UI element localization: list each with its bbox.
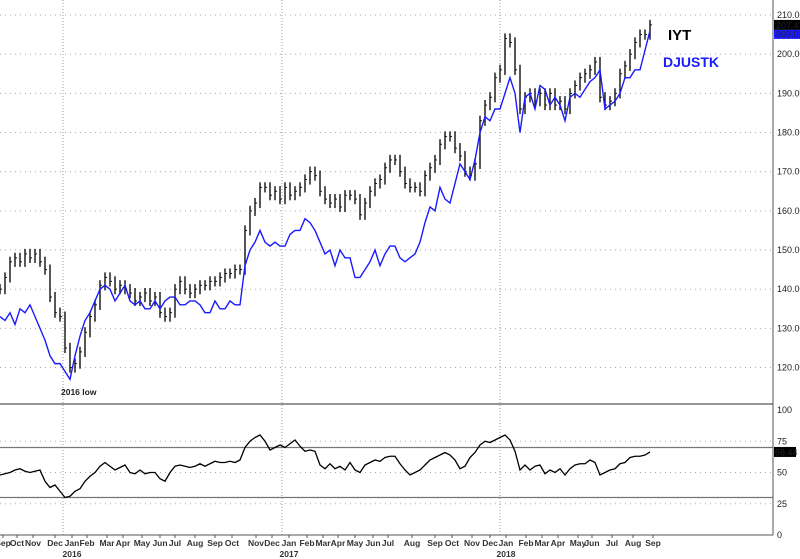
year-label: 2017	[280, 549, 299, 559]
month-label: May	[134, 538, 151, 548]
month-label: Sep	[427, 538, 443, 548]
price-tick-label: 130.00	[777, 323, 800, 333]
month-label: Feb	[299, 538, 314, 548]
price-tick-label: 140.00	[777, 284, 800, 294]
month-label: Oct	[445, 538, 459, 548]
stock-chart: 120.00 130.00 140.00 150.00 160.00 170.00 180.…	[0, 0, 800, 559]
price-tick-label: 200.00	[777, 49, 800, 59]
month-label: Oct	[225, 538, 239, 548]
price-tick-label: 210.00	[777, 10, 800, 20]
rsi-panel	[0, 434, 773, 499]
year-label: 2016	[63, 549, 82, 559]
month-label: Jan	[282, 538, 297, 548]
price-tick-label: 160.00	[777, 206, 800, 216]
month-label: Jan	[65, 538, 80, 548]
month-label: Sep	[207, 538, 223, 548]
month-label: Jun	[152, 538, 167, 548]
month-label: Apr	[116, 538, 131, 548]
price-tick-label: 120.00	[777, 363, 800, 373]
month-label: Oct	[10, 538, 24, 548]
rsi-tick-label: 50	[777, 468, 787, 478]
month-label: Jul	[169, 538, 181, 548]
month-label: Apr	[331, 538, 346, 548]
rsi-last-value: 66.44	[775, 447, 798, 457]
month-label: Nov	[464, 538, 480, 548]
price-tick-label: 170.00	[777, 167, 800, 177]
legend-djustk: DJUSTK	[663, 54, 719, 70]
month-label: Nov	[248, 538, 264, 548]
rsi-tick-label: 0	[777, 530, 782, 540]
month-label: Jul	[382, 538, 394, 548]
month-label: Jun	[584, 538, 599, 548]
price-tick-label: 190.00	[777, 88, 800, 98]
month-label: Jun	[365, 538, 380, 548]
djustk-last-value: 909.02	[776, 29, 800, 39]
rsi-tick-label: 25	[777, 499, 787, 509]
month-label: Sep	[645, 538, 661, 548]
month-label: Dec	[47, 538, 63, 548]
month-label: Feb	[518, 538, 533, 548]
month-label: Mar	[315, 538, 331, 548]
month-label: Feb	[79, 538, 94, 548]
rsi-line	[0, 434, 651, 499]
month-label: Apr	[551, 538, 566, 548]
month-label: May	[347, 538, 364, 548]
month-label: Jul	[606, 538, 618, 548]
month-label: Dec	[264, 538, 280, 548]
price-tick-label: 180.00	[777, 128, 800, 138]
price-tick-label: 150.00	[777, 245, 800, 255]
price-panel	[0, 19, 652, 382]
legend-iyt: IYT	[668, 27, 691, 44]
axes: 120.00 130.00 140.00 150.00 160.00 170.00 180.…	[0, 0, 800, 559]
month-label: Jan	[499, 538, 514, 548]
annotation-2016-low: 2016 low	[61, 387, 97, 397]
month-label: Dec	[482, 538, 498, 548]
month-label: Mar	[534, 538, 550, 548]
grid	[0, 0, 773, 535]
rsi-tick-label: 100	[777, 405, 792, 415]
rsi-tick-label: 75	[777, 436, 787, 446]
month-label: Aug	[404, 538, 421, 548]
month-label: Aug	[625, 538, 642, 548]
month-label: Aug	[187, 538, 204, 548]
month-label: Nov	[25, 538, 41, 548]
djustk-line	[0, 30, 651, 382]
month-label: Mar	[99, 538, 115, 548]
year-label: 2018	[497, 549, 516, 559]
